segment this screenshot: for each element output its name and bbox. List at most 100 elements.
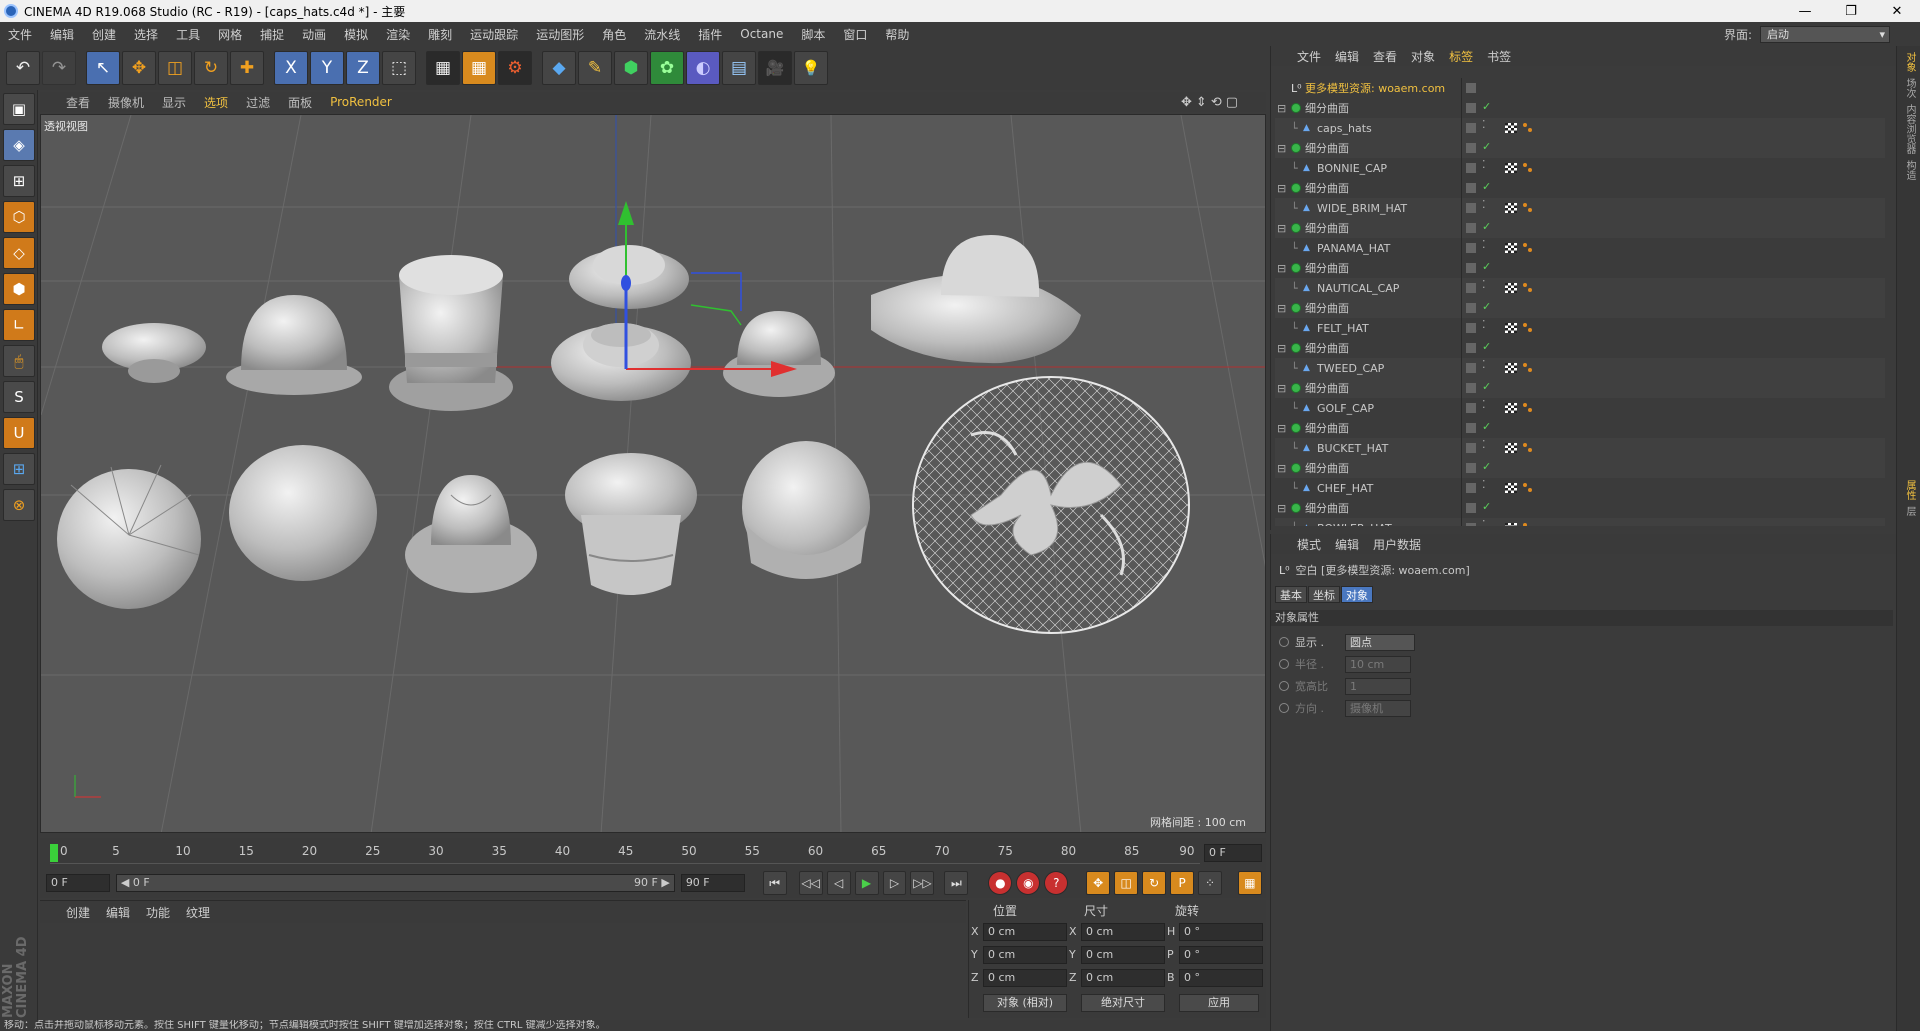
menu-tools[interactable]: 工具 xyxy=(176,26,200,43)
hat-top-hat[interactable] xyxy=(389,255,513,411)
enabled-check-icon[interactable]: ✓ xyxy=(1482,260,1491,273)
visibility-dots-icon[interactable]: ⁚ xyxy=(1482,358,1486,371)
hat-bonnie[interactable] xyxy=(102,323,206,383)
pos-z-field[interactable]: 0 cm xyxy=(983,968,1067,987)
visibility-dots-icon[interactable]: ⁚ xyxy=(1482,278,1486,291)
material-menu-create[interactable]: 创建 xyxy=(66,904,90,921)
object-row-subdivision[interactable]: ⊟ 细分曲面 ✓ xyxy=(1275,178,1885,198)
y-axis-button[interactable]: Y xyxy=(310,51,344,85)
workplane-button[interactable]: ⬡ xyxy=(3,201,35,233)
object-list[interactable]: L⁰ 更多模型资源: woaem.com ⊟ 细分曲面 ✓ └ ▲ caps_hats ⁚ ⊟ 细分… xyxy=(1275,78,1887,526)
size-z-field[interactable]: 0 cm xyxy=(1081,968,1165,987)
viewport-menu-options[interactable]: 选项 xyxy=(204,94,228,111)
hat-wide-brim[interactable] xyxy=(871,235,1081,364)
move-button[interactable]: ✥ xyxy=(122,51,156,85)
object-row-null[interactable]: L⁰ 更多模型资源: woaem.com xyxy=(1275,78,1885,98)
menu-sculpt[interactable]: 雕刻 xyxy=(428,26,452,43)
timeline[interactable]: 0 5 10 15 20 25 30 35 40 45 50 55 60 65 … xyxy=(40,838,1266,868)
expand-icon[interactable]: ⊟ xyxy=(1277,502,1286,515)
phong-tag-icon[interactable] xyxy=(1523,363,1533,373)
expand-icon[interactable]: ⊟ xyxy=(1277,102,1286,115)
render-picture-viewer-button[interactable]: ▦ xyxy=(462,51,496,85)
make-editable-button[interactable]: ▣ xyxy=(3,93,35,125)
undo-button[interactable]: ↶ xyxy=(6,51,40,85)
key-parameter-icon[interactable]: P xyxy=(1170,871,1195,895)
hat-fascinator[interactable] xyxy=(912,376,1190,634)
workplane-lock-button[interactable]: ⊞ xyxy=(3,453,35,485)
object-row-mesh[interactable]: └ ▲ BUCKET_HAT ⁚ xyxy=(1275,438,1885,458)
visibility-dots-icon[interactable]: ⁚ xyxy=(1482,438,1486,451)
menu-plugins[interactable]: 插件 xyxy=(698,26,722,43)
expand-icon[interactable]: ⊟ xyxy=(1277,382,1286,395)
phong-tag-icon[interactable] xyxy=(1523,123,1533,133)
render-settings-button[interactable]: ⚙ xyxy=(498,51,532,85)
texture-tag-icon[interactable] xyxy=(1505,123,1517,133)
light-button[interactable]: 💡 xyxy=(794,51,828,85)
menu-snap[interactable]: 捕捉 xyxy=(260,26,284,43)
viewport-nav-icons[interactable]: ✥⇕⟲▢ xyxy=(1181,95,1242,110)
pen-button[interactable]: ✎ xyxy=(578,51,612,85)
coords-size-mode-select[interactable]: 绝对尺寸 xyxy=(1081,994,1165,1012)
record-keys-icon[interactable]: ● xyxy=(988,871,1013,895)
enabled-check-icon[interactable]: ✓ xyxy=(1482,220,1491,233)
object-row-mesh[interactable]: └ ▲ NAUTICAL_CAP ⁚ xyxy=(1275,278,1885,298)
rot-h-field[interactable]: 0 ° xyxy=(1179,922,1263,941)
tab-object[interactable]: 对象 xyxy=(1341,586,1373,603)
menu-animate[interactable]: 动画 xyxy=(302,26,326,43)
object-row-subdivision[interactable]: ⊟ 细分曲面 ✓ xyxy=(1275,298,1885,318)
object-row-subdivision[interactable]: ⊟ 细分曲面 ✓ xyxy=(1275,138,1885,158)
phong-tag-icon[interactable] xyxy=(1523,163,1533,173)
menu-select[interactable]: 选择 xyxy=(134,26,158,43)
object-row-mesh[interactable]: └ ▲ FELT_HAT ⁚ xyxy=(1275,318,1885,338)
start-frame-field[interactable]: 0 F xyxy=(46,874,110,892)
coordinate-system-button[interactable]: ⬚ xyxy=(382,51,416,85)
visibility-dots-icon[interactable]: ⁚ xyxy=(1482,118,1486,131)
menu-create[interactable]: 创建 xyxy=(92,26,116,43)
texture-tag-icon[interactable] xyxy=(1505,403,1517,413)
cube-button[interactable]: ◆ xyxy=(542,51,576,85)
phong-tag-icon[interactable] xyxy=(1523,243,1533,253)
viewport-menu-display[interactable]: 显示 xyxy=(162,94,186,111)
visibility-dots-icon[interactable]: ⁚ xyxy=(1482,478,1486,491)
size-y-field[interactable]: 0 cm xyxy=(1081,945,1165,964)
objects-menu-edit[interactable]: 编辑 xyxy=(1335,48,1359,65)
expand-icon[interactable]: ⊟ xyxy=(1277,302,1286,315)
polygons-mode-button[interactable]: ∟ xyxy=(3,309,35,341)
enabled-check-icon[interactable]: ✓ xyxy=(1482,180,1491,193)
hat-chef[interactable] xyxy=(742,441,870,579)
object-row-mesh[interactable]: └ ▲ TWEED_CAP ⁚ xyxy=(1275,358,1885,378)
texture-tag-icon[interactable] xyxy=(1505,163,1517,173)
scale-button[interactable]: ◫ xyxy=(158,51,192,85)
enabled-check-icon[interactable]: ✓ xyxy=(1482,340,1491,353)
visibility-dots-icon[interactable]: ⁚ xyxy=(1482,198,1486,211)
object-row-mesh[interactable]: └ ▲ BOWLER_HAT ⁚ xyxy=(1275,518,1885,526)
key-pla-icon[interactable]: ⁘ xyxy=(1198,871,1222,895)
next-frame-button[interactable]: ▷ xyxy=(882,871,907,895)
viewport-menu-view[interactable]: 查看 xyxy=(66,94,90,111)
material-menu-function[interactable]: 功能 xyxy=(146,904,170,921)
viewport-menu-prorender[interactable]: ProRender xyxy=(330,95,392,109)
attr-menu-user-data[interactable]: 用户数据 xyxy=(1373,536,1421,553)
object-row-mesh[interactable]: └ ▲ BONNIE_CAP ⁚ xyxy=(1275,158,1885,178)
edges-mode-button[interactable]: ⬢ xyxy=(3,273,35,305)
layout-select[interactable]: 启动 ▾ xyxy=(1760,25,1890,43)
end-frame-field[interactable]: 90 F xyxy=(680,874,745,892)
minimize-button[interactable]: — xyxy=(1782,0,1828,22)
texture-tag-icon[interactable] xyxy=(1505,283,1517,293)
objects-menu-objects[interactable]: 对象 xyxy=(1411,48,1435,65)
texture-tag-icon[interactable] xyxy=(1505,523,1517,526)
phong-tag-icon[interactable] xyxy=(1523,483,1533,493)
object-row-subdivision[interactable]: ⊟ 细分曲面 ✓ xyxy=(1275,418,1885,438)
object-row-subdivision[interactable]: ⊟ 细分曲面 ✓ xyxy=(1275,98,1885,118)
menu-edit[interactable]: 编辑 xyxy=(50,26,74,43)
object-row-subdivision[interactable]: ⊟ 细分曲面 ✓ xyxy=(1275,498,1885,518)
enabled-check-icon[interactable]: ✓ xyxy=(1482,300,1491,313)
menu-octane[interactable]: Octane xyxy=(740,27,783,41)
auto-key-icon[interactable]: ◉ xyxy=(1016,871,1041,895)
menu-script[interactable]: 脚本 xyxy=(801,26,825,43)
viewport-menu-filter[interactable]: 过滤 xyxy=(246,94,270,111)
object-row-subdivision[interactable]: ⊟ 细分曲面 ✓ xyxy=(1275,338,1885,358)
objects-menu-file[interactable]: 文件 xyxy=(1297,48,1321,65)
hat-boater-bottom[interactable] xyxy=(551,323,691,401)
enabled-check-icon[interactable]: ✓ xyxy=(1482,380,1491,393)
